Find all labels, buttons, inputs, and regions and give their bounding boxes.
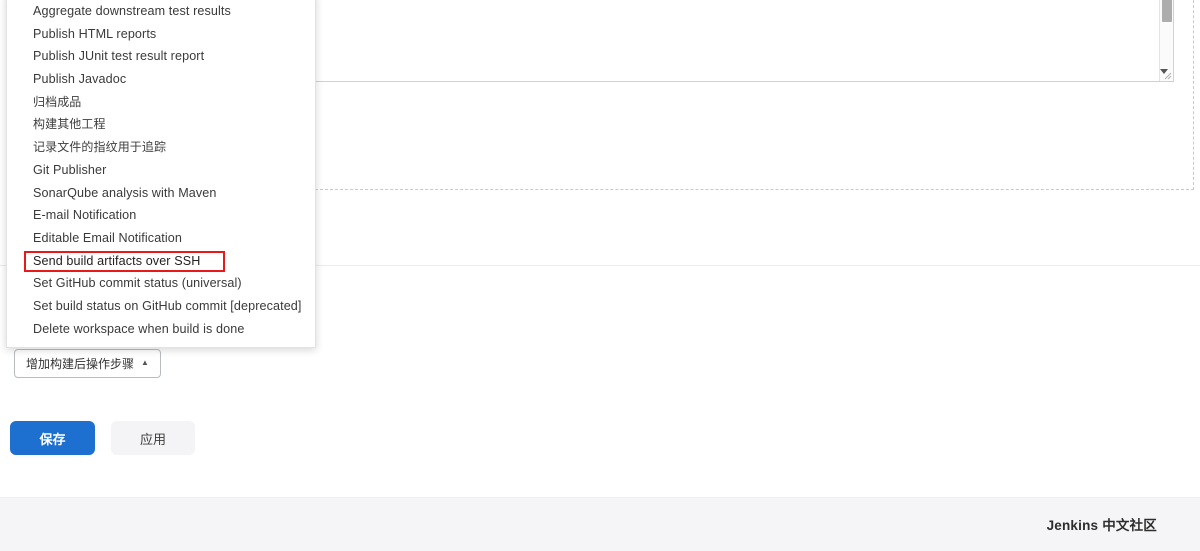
resize-grip-icon[interactable] [1159,67,1172,80]
dropdown-item[interactable]: E-mail Notification [7,204,315,227]
post-build-actions-dropdown[interactable]: Aggregate downstream test results Publish… [6,0,316,348]
dropdown-item[interactable]: Publish Javadoc [7,68,315,91]
dropdown-item[interactable]: Set build status on GitHub commit [depre… [7,295,315,318]
footer-brand-label: Jenkins 中文社区 [1046,518,1157,533]
script-textarea-content[interactable] [301,0,1159,81]
dropdown-item[interactable]: Publish JUnit test result report [7,45,315,68]
dropdown-item[interactable]: Editable Email Notification [7,227,315,250]
dropdown-item[interactable]: Send build artifacts over SSH [7,250,315,273]
highlight-annotation-box [24,250,225,272]
chevron-up-icon: ▲ [141,357,149,367]
dropdown-item[interactable]: SonarQube analysis with Maven [7,182,315,205]
section-divider-right [300,265,1200,266]
dropdown-item[interactable]: 归档成品 [7,91,315,114]
add-post-build-step-label: 增加构建后操作步骤 [26,357,135,371]
dropdown-item[interactable]: Delete workspace when build is done [7,318,315,341]
add-post-build-step-button[interactable]: 增加构建后操作步骤 ▲ [14,349,161,378]
save-button[interactable]: 保存 [10,421,95,455]
dropdown-item[interactable]: Git Publisher [7,159,315,182]
dropdown-item[interactable]: Set GitHub commit status (universal) [7,272,315,295]
scrollbar-thumb[interactable] [1162,0,1172,22]
dropdown-item[interactable]: Publish HTML reports [7,23,315,46]
dropdown-item[interactable]: 记录文件的指纹用于追踪 [7,136,315,159]
form-action-buttons: 保存 应用 [10,421,195,455]
dropdown-item-list: Aggregate downstream test results Publish… [7,0,315,340]
dropdown-item[interactable]: 构建其他工程 [7,113,315,136]
page-footer: Jenkins 中文社区 [0,497,1200,551]
dropdown-item[interactable]: Aggregate downstream test results [7,0,315,23]
script-textarea[interactable] [300,0,1174,82]
apply-button[interactable]: 应用 [111,421,195,455]
jenkins-job-config-page: 增加构建后操作步骤 ▲ 保存 应用 Aggregate downstream t… [0,0,1200,551]
